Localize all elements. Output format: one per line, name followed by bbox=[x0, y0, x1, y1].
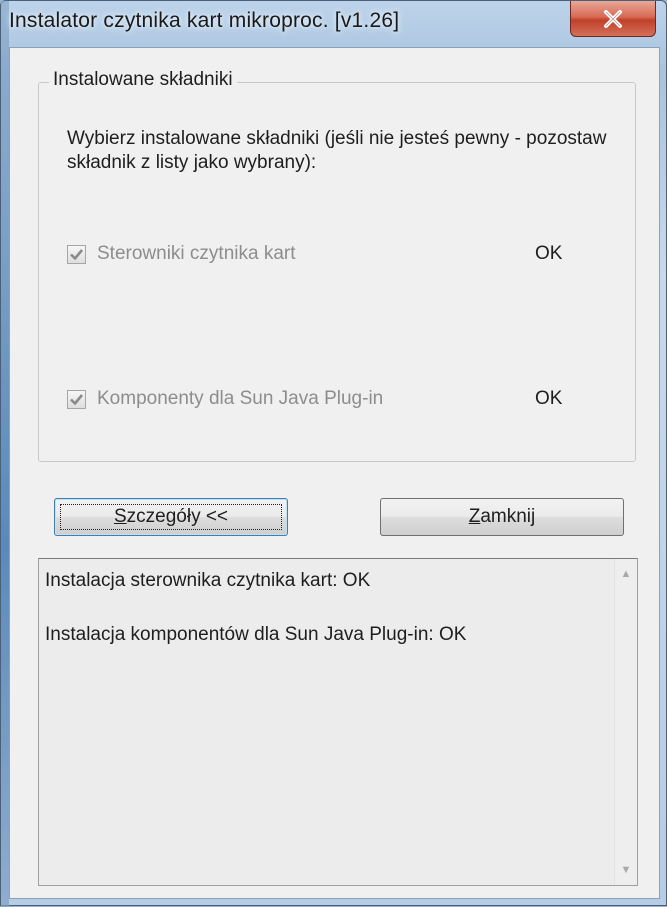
scroll-up-arrow-icon[interactable]: ▲ bbox=[615, 563, 637, 585]
title-bar[interactable]: Instalator czytnika kart mikroproc. [v1.… bbox=[1, 1, 667, 47]
components-groupbox: Instalowane składniki Wybierz instalowan… bbox=[38, 69, 636, 462]
log-content: Instalacja sterownika czytnika kart: OK … bbox=[45, 569, 605, 677]
card-reader-drivers-status: OK bbox=[535, 243, 563, 264]
scroll-down-arrow-icon[interactable]: ▼ bbox=[615, 859, 637, 881]
java-plugin-components-checkbox[interactable] bbox=[67, 390, 86, 409]
window-title: Instalator czytnika kart mikroproc. [v1.… bbox=[9, 9, 400, 32]
dialog-client-area: Instalowane składniki Wybierz instalowan… bbox=[9, 47, 660, 899]
focus-rectangle bbox=[60, 504, 282, 530]
instruction-text: Wybierz instalowane składniki (jeśli nie… bbox=[67, 128, 607, 173]
close-button-label: Zamknij bbox=[468, 506, 536, 527]
java-plugin-components-status: OK bbox=[535, 388, 563, 409]
checkmark-icon bbox=[70, 394, 84, 405]
component-row-java-plugin: Komponenty dla Sun Java Plug-in OK bbox=[67, 388, 607, 414]
window-frame-edge bbox=[1, 1, 9, 907]
log-line: Instalacja sterownika czytnika kart: OK bbox=[45, 570, 371, 591]
installer-window: Instalator czytnika kart mikroproc. [v1.… bbox=[0, 0, 667, 907]
close-x-icon bbox=[604, 9, 622, 28]
close-dialog-button[interactable]: Zamknij bbox=[380, 498, 624, 536]
details-log-textbox[interactable]: Instalacja sterownika czytnika kart: OK … bbox=[38, 558, 638, 886]
component-row-card-reader-drivers: Sterowniki czytnika kart OK bbox=[67, 243, 607, 269]
java-plugin-components-label: Komponenty dla Sun Java Plug-in bbox=[97, 388, 384, 409]
checkmark-icon bbox=[70, 249, 84, 260]
window-close-button[interactable] bbox=[570, 1, 656, 37]
vertical-scrollbar[interactable]: ▲ ▼ bbox=[614, 559, 637, 885]
card-reader-drivers-checkbox[interactable] bbox=[67, 245, 86, 264]
details-button[interactable]: Szczegóły << bbox=[54, 498, 288, 536]
log-line: Instalacja komponentów dla Sun Java Plug… bbox=[45, 624, 467, 645]
card-reader-drivers-label: Sterowniki czytnika kart bbox=[97, 243, 296, 264]
groupbox-label: Instalowane składniki bbox=[49, 69, 237, 91]
